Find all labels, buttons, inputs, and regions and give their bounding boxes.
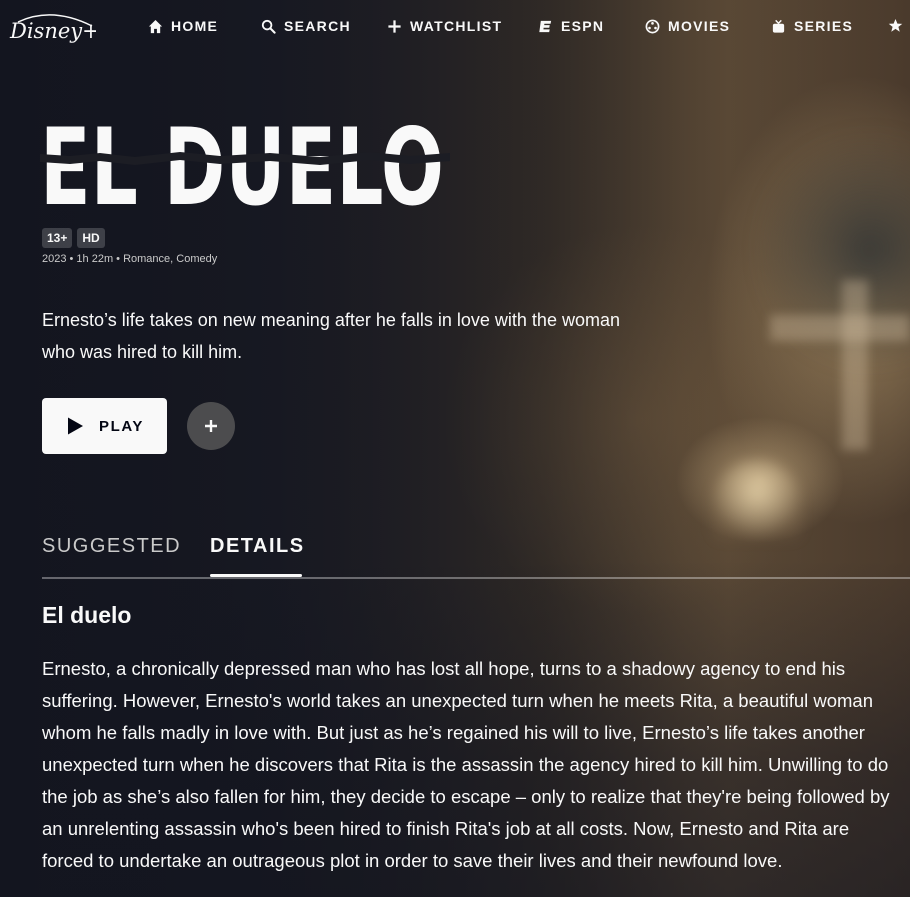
play-button[interactable]: PLAY bbox=[42, 398, 167, 454]
nav-search[interactable]: SEARCH bbox=[261, 18, 351, 34]
play-icon bbox=[67, 417, 83, 435]
nav-movies-label: MOVIES bbox=[668, 18, 731, 34]
title-logo: EL DUELO bbox=[40, 118, 450, 210]
home-icon bbox=[148, 19, 163, 33]
tabs-divider bbox=[42, 577, 910, 579]
nav-watchlist[interactable]: WATCHLIST bbox=[387, 18, 502, 34]
top-nav: Disney+ HOME SEARCH WATCHLIST ESPN MOVIE… bbox=[0, 0, 910, 54]
nav-search-label: SEARCH bbox=[284, 18, 351, 34]
nav-watchlist-label: WATCHLIST bbox=[410, 18, 503, 34]
espn-icon bbox=[539, 20, 552, 32]
plus-icon bbox=[205, 420, 217, 432]
tv-icon bbox=[772, 19, 785, 33]
active-tab-indicator bbox=[210, 574, 302, 577]
background-figure bbox=[760, 120, 910, 380]
details-title: El duelo bbox=[42, 602, 132, 628]
svg-text:EL DUELO: EL DUELO bbox=[40, 118, 444, 210]
background-cross-vertical bbox=[842, 280, 868, 450]
play-label: PLAY bbox=[98, 417, 145, 435]
nav-originals[interactable] bbox=[888, 18, 903, 33]
nav-home[interactable]: HOME bbox=[148, 18, 218, 34]
nav-espn[interactable]: ESPN bbox=[538, 18, 604, 34]
nav-home-label: HOME bbox=[171, 18, 219, 34]
tab-suggested[interactable]: SUGGESTED bbox=[42, 535, 181, 558]
search-icon bbox=[261, 19, 276, 34]
metadata-line: 2023 • 1h 22m • Romance, Comedy bbox=[42, 253, 218, 265]
nav-series-label: SERIES bbox=[794, 18, 854, 34]
disney-plus-logo[interactable]: Disney+ bbox=[8, 8, 96, 52]
background-cross-horizontal bbox=[770, 315, 910, 341]
plus-icon bbox=[388, 19, 401, 33]
nav-movies[interactable]: MOVIES bbox=[645, 18, 730, 34]
age-rating-badge: 13+ bbox=[42, 228, 73, 248]
tab-details[interactable]: DETAILS bbox=[210, 535, 305, 558]
film-reel-icon bbox=[645, 19, 660, 33]
background-lamp bbox=[712, 460, 802, 540]
rating-badges: 13+ HD bbox=[42, 228, 105, 248]
add-to-watchlist-button[interactable] bbox=[187, 402, 235, 450]
nav-espn-label: ESPN bbox=[561, 18, 605, 34]
content-tabs: SUGGESTED DETAILS bbox=[42, 535, 910, 579]
star-icon bbox=[888, 18, 903, 32]
nav-series[interactable]: SERIES bbox=[771, 18, 853, 34]
details-body: Ernesto, a chronically depressed man who… bbox=[42, 658, 890, 871]
short-description: Ernesto’s life takes on new meaning afte… bbox=[42, 310, 620, 362]
hd-badge: HD bbox=[77, 228, 105, 248]
